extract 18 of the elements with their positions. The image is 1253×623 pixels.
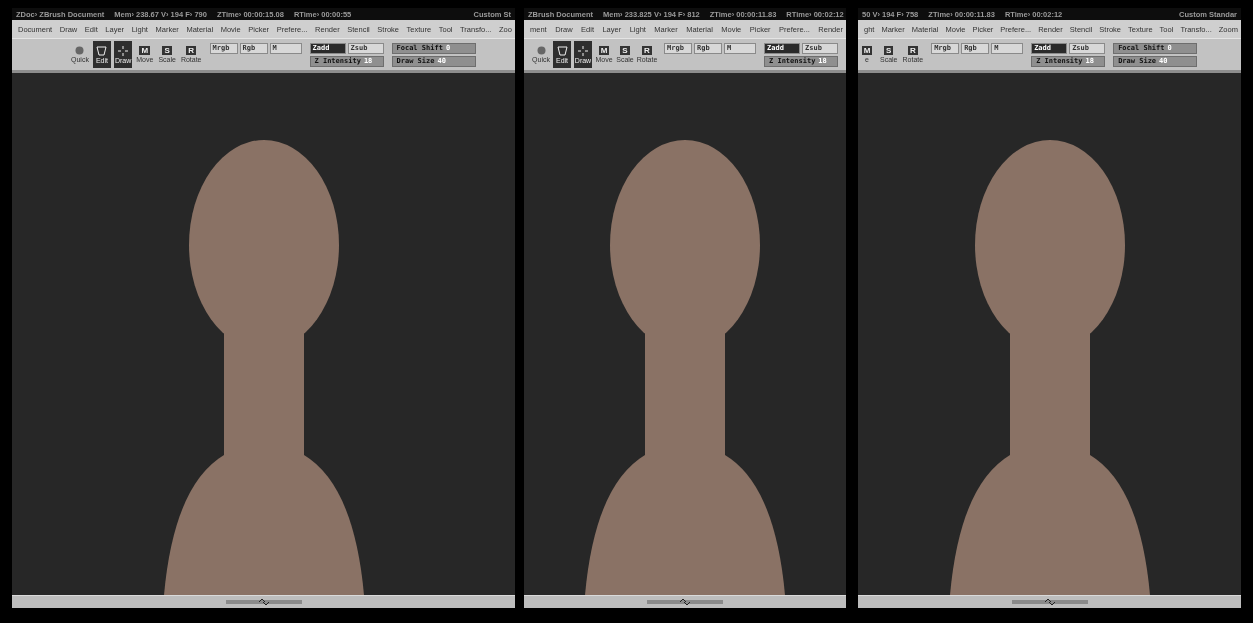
tool-key-label: M — [139, 46, 151, 55]
tool-key-label: M — [598, 46, 610, 55]
tool-key-label: R — [186, 46, 197, 55]
sphere-icon — [75, 46, 85, 55]
tool-key-label: R — [642, 46, 652, 55]
tool-key-label: R — [907, 46, 918, 55]
tool-key-label: S — [162, 46, 172, 55]
edit-icon — [556, 45, 568, 56]
collapse-arrows-icon[interactable] — [647, 599, 723, 605]
tool-key-label: S — [884, 46, 894, 55]
crosshair-icon — [578, 45, 588, 56]
tool-key-label: M — [861, 46, 873, 55]
sphere-icon — [536, 46, 546, 55]
collapse-arrows-icon[interactable] — [1011, 599, 1088, 605]
crosshair-icon — [118, 45, 129, 56]
edit-icon — [96, 45, 108, 56]
collapse-arrows-icon[interactable] — [225, 599, 302, 605]
tool-key-label: S — [620, 46, 630, 55]
